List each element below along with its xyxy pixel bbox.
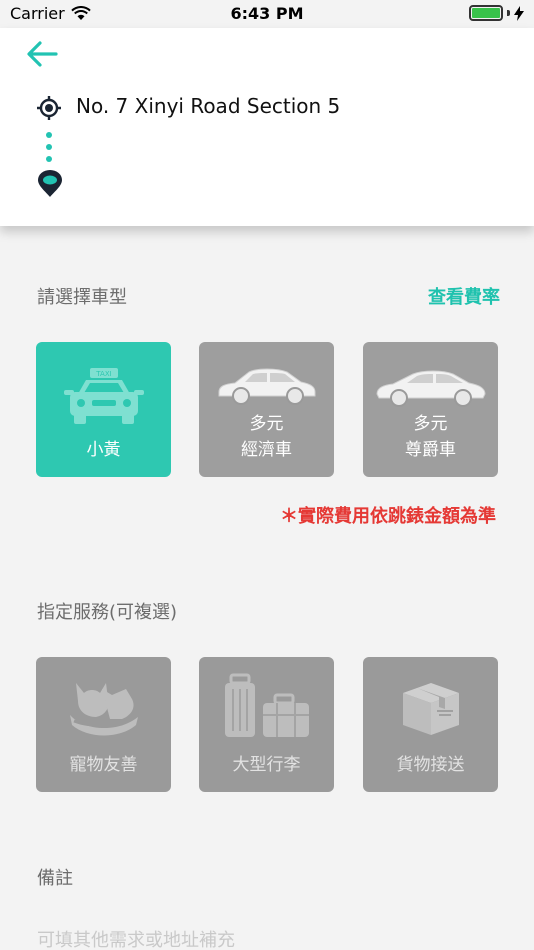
- vehicle-section-title: 請選擇車型: [37, 287, 127, 308]
- vehicle-economy-line1: 多元: [249, 414, 284, 434]
- origin-address[interactable]: No. 7 Xinyi Road Section 5: [76, 94, 340, 118]
- charging-icon: [514, 5, 524, 21]
- vehicle-taxi-tile[interactable]: TAXI 小黃: [36, 342, 171, 477]
- status-time: 6:43 PM: [230, 4, 304, 23]
- remark-input[interactable]: 可填其他需求或地址補充: [37, 926, 497, 950]
- vehicle-premium-tile[interactable]: 多元 尊爵車: [363, 342, 498, 477]
- services-section-title: 指定服務(可複選): [37, 602, 178, 623]
- luggage-icon: [199, 673, 334, 743]
- vehicle-premium-label: 多元 尊爵車: [405, 411, 456, 477]
- status-right: [469, 5, 524, 21]
- status-bar: Carrier 6:43 PM: [0, 0, 534, 28]
- view-rates-link[interactable]: 查看費率: [428, 283, 500, 309]
- route-dots: [46, 132, 52, 162]
- route-header: No. 7 Xinyi Road Section 5: [0, 28, 534, 226]
- battery-tip: [507, 10, 510, 16]
- service-pet-friendly-tile[interactable]: 寵物友善: [36, 657, 171, 792]
- battery-icon: [469, 5, 503, 21]
- service-pet-friendly-label: 寵物友善: [69, 755, 138, 775]
- vehicle-taxi-label: 小黃: [86, 440, 121, 460]
- vehicle-premium-line1: 多元: [413, 414, 448, 434]
- luxury-sedan-icon: [363, 364, 498, 408]
- service-large-luggage-tile[interactable]: 大型行李: [199, 657, 334, 792]
- taxi-icon: TAXI: [36, 364, 171, 426]
- svg-text:TAXI: TAXI: [95, 370, 111, 378]
- back-arrow-icon: [27, 41, 58, 67]
- remark-title: 備註: [37, 868, 73, 889]
- destination-pin-icon[interactable]: [37, 170, 63, 198]
- package-icon: [363, 675, 498, 739]
- service-cargo-delivery-tile[interactable]: 貨物接送: [363, 657, 498, 792]
- vehicle-premium-line2: 尊爵車: [405, 440, 456, 460]
- service-cargo-delivery-label: 貨物接送: [396, 755, 465, 775]
- sedan-icon: [199, 362, 334, 406]
- pet-icon: [36, 675, 171, 741]
- service-large-luggage-label: 大型行李: [232, 755, 301, 775]
- vehicle-economy-line2: 經濟車: [241, 440, 292, 460]
- fare-note: ＊實際費用依跳錶金額為準: [280, 506, 496, 527]
- vehicle-economy-tile[interactable]: 多元 經濟車: [199, 342, 334, 477]
- vehicle-economy-label: 多元 經濟車: [241, 411, 292, 477]
- origin-location-icon: [37, 96, 61, 120]
- back-button[interactable]: [24, 38, 60, 70]
